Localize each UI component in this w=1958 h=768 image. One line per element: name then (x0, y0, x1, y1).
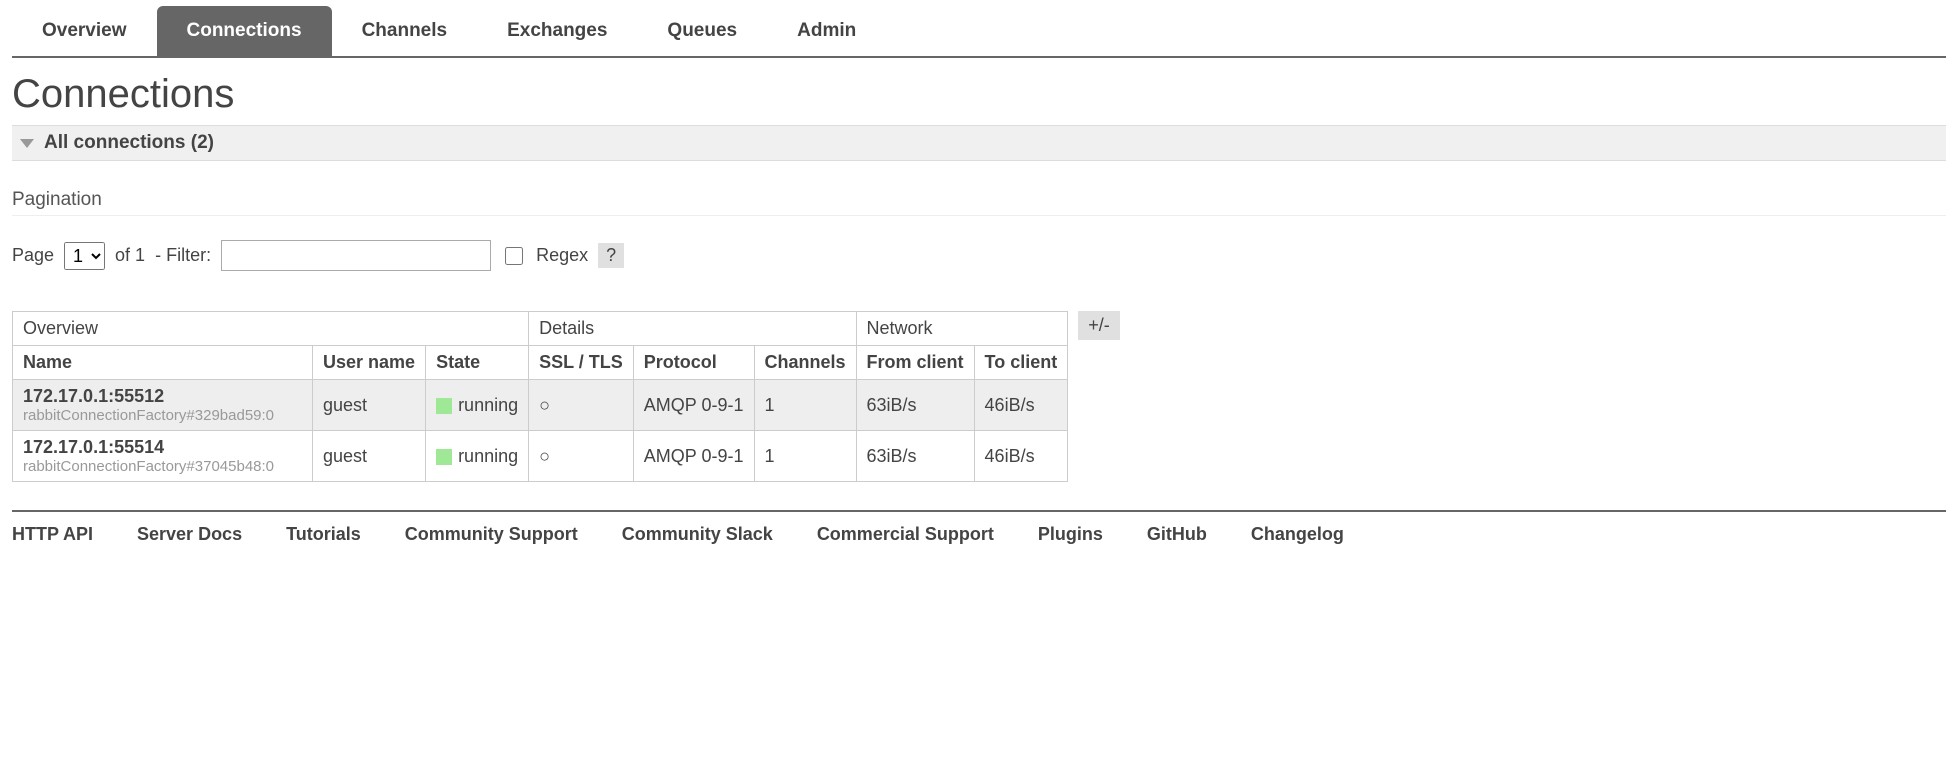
group-overview: Overview (13, 312, 529, 346)
col-state[interactable]: State (426, 346, 529, 380)
col-to-client[interactable]: To client (974, 346, 1068, 380)
footer-github[interactable]: GitHub (1147, 524, 1207, 545)
connection-name[interactable]: 172.17.0.1:55512 (23, 386, 302, 407)
table-row[interactable]: 172.17.0.1:55512 rabbitConnectionFactory… (13, 380, 1068, 431)
col-user[interactable]: User name (313, 346, 426, 380)
page-label: Page (12, 245, 54, 266)
tab-channels[interactable]: Channels (332, 6, 478, 56)
cell-state: running (426, 380, 529, 431)
connection-name[interactable]: 172.17.0.1:55514 (23, 437, 302, 458)
cell-to-client: 46iB/s (974, 380, 1068, 431)
cell-channels: 1 (754, 380, 856, 431)
tab-queues[interactable]: Queues (637, 6, 767, 56)
tab-connections[interactable]: Connections (157, 6, 332, 56)
col-channels[interactable]: Channels (754, 346, 856, 380)
state-running-icon (436, 449, 452, 465)
cell-from-client: 63iB/s (856, 431, 974, 482)
connections-table: Overview Details Network Name User name … (12, 311, 1068, 482)
tab-overview[interactable]: Overview (12, 6, 157, 56)
pagination-controls: Page 1 of 1 - Filter: Regex ? (12, 240, 1946, 271)
regex-label: Regex (536, 245, 588, 266)
col-protocol[interactable]: Protocol (633, 346, 754, 380)
footer-http-api[interactable]: HTTP API (12, 524, 93, 545)
footer-server-docs[interactable]: Server Docs (137, 524, 242, 545)
footer-changelog[interactable]: Changelog (1251, 524, 1344, 545)
filter-label: - Filter: (155, 245, 211, 266)
group-network: Network (856, 312, 1068, 346)
cell-protocol: AMQP 0-9-1 (633, 380, 754, 431)
cell-state: running (426, 431, 529, 482)
col-ssl[interactable]: SSL / TLS (529, 346, 634, 380)
col-name[interactable]: Name (13, 346, 313, 380)
tab-exchanges[interactable]: Exchanges (477, 6, 637, 56)
help-button[interactable]: ? (598, 243, 624, 268)
cell-from-client: 63iB/s (856, 380, 974, 431)
cell-protocol: AMQP 0-9-1 (633, 431, 754, 482)
page-total: of 1 (115, 245, 145, 266)
footer-links: HTTP API Server Docs Tutorials Community… (12, 510, 1946, 557)
page-select[interactable]: 1 (64, 242, 105, 270)
footer-tutorials[interactable]: Tutorials (286, 524, 361, 545)
page-title: Connections (12, 72, 1946, 117)
footer-plugins[interactable]: Plugins (1038, 524, 1103, 545)
section-header[interactable]: All connections (2) (12, 125, 1946, 161)
regex-checkbox[interactable] (505, 247, 523, 265)
columns-toggle-button[interactable]: +/- (1078, 311, 1120, 340)
table-row[interactable]: 172.17.0.1:55514 rabbitConnectionFactory… (13, 431, 1068, 482)
state-running-icon (436, 398, 452, 414)
main-tabs: Overview Connections Channels Exchanges … (12, 6, 1946, 58)
chevron-down-icon (20, 139, 34, 148)
connection-sub: rabbitConnectionFactory#329bad59:0 (23, 407, 302, 424)
cell-user: guest (313, 380, 426, 431)
connection-sub: rabbitConnectionFactory#37045b48:0 (23, 458, 302, 475)
cell-ssl: ○ (529, 431, 634, 482)
footer-community-slack[interactable]: Community Slack (622, 524, 773, 545)
cell-ssl: ○ (529, 380, 634, 431)
pagination-heading: Pagination (12, 189, 1946, 216)
footer-community-support[interactable]: Community Support (405, 524, 578, 545)
footer-commercial-support[interactable]: Commercial Support (817, 524, 994, 545)
filter-input[interactable] (221, 240, 491, 271)
cell-user: guest (313, 431, 426, 482)
cell-to-client: 46iB/s (974, 431, 1068, 482)
tab-admin[interactable]: Admin (767, 6, 886, 56)
cell-channels: 1 (754, 431, 856, 482)
group-details: Details (529, 312, 856, 346)
section-header-label: All connections (2) (44, 132, 214, 154)
col-from-client[interactable]: From client (856, 346, 974, 380)
